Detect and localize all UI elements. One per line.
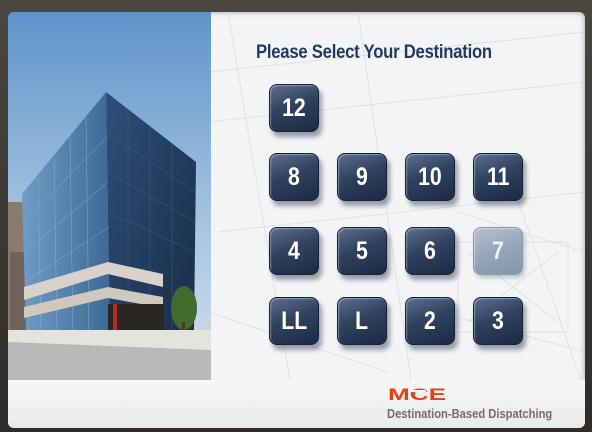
floor-button-11[interactable]: 11 [473,153,523,201]
page-title: Please Select Your Destination [256,42,492,63]
floor-button-6[interactable]: 6 [405,227,455,275]
floor-button-9[interactable]: 9 [337,153,387,201]
building-photo [8,12,211,380]
floor-label: 5 [356,236,368,265]
floor-button-l[interactable]: L [337,297,387,345]
floor-button-8[interactable]: 8 [269,153,319,201]
floor-label: 2 [424,306,436,335]
floor-button-2[interactable]: 2 [405,297,455,345]
floor-label: 6 [424,236,436,265]
floor-button-12[interactable]: 12 [269,84,319,132]
floor-button-ll[interactable]: LL [269,297,319,345]
floor-label: 3 [492,306,504,335]
floor-button-4[interactable]: 4 [269,227,319,275]
kiosk-screen: Please Select Your Destination 12 8 9 10… [8,12,585,428]
floor-label: LL [281,306,307,335]
floor-label: L [355,306,369,335]
floor-button-3[interactable]: 3 [473,297,523,345]
floor-label: 10 [418,162,442,191]
floor-label: 7 [492,236,504,265]
floor-button-10[interactable]: 10 [405,153,455,201]
floor-button-5[interactable]: 5 [337,227,387,275]
mce-logo: MCE [388,385,446,403]
svg-text:MCE: MCE [388,385,446,403]
floor-label: 4 [288,236,300,265]
floor-button-7[interactable]: 7 [473,227,523,275]
floor-label: 12 [282,93,306,122]
floor-label: 11 [486,162,510,191]
background-line-art [208,12,585,428]
floor-label: 8 [288,162,300,191]
brand-tagline: Destination-Based Dispatching [387,406,553,421]
floor-label: 9 [356,162,368,191]
